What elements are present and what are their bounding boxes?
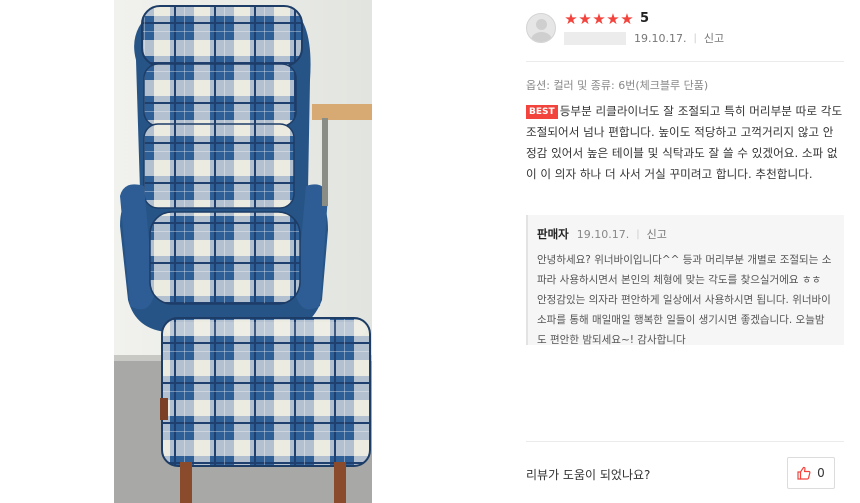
review-date: 19.10.17. — [634, 31, 687, 45]
star-icon: ★ — [564, 10, 578, 28]
reply-date: 19.10.17. — [576, 227, 630, 241]
purchase-option: 옵션: 컬러 및 종류: 6번(체크블루 단품) — [526, 79, 709, 92]
reply-header: 판매자 19.10.17. | 신고 — [537, 226, 834, 242]
desk-fragment — [312, 104, 372, 206]
review-text: 등부분 리클라이너도 잘 조절되고 특히 머리부분 따로 각도 조절되어서 넘나… — [526, 104, 843, 181]
like-button[interactable]: 0 — [787, 457, 835, 489]
user-avatar-icon — [526, 13, 556, 43]
best-badge: BEST — [526, 105, 558, 119]
chair-photo-image — [114, 0, 372, 503]
report-link[interactable]: 신고 — [704, 30, 724, 46]
like-count: 0 — [817, 466, 825, 480]
separator: | — [693, 32, 697, 44]
reply-text: 안녕하세요? 위너바이입니다^^ 등과 머리부분 개별로 조절되는 소파라 사용… — [537, 254, 832, 346]
star-icon: ★ — [578, 10, 592, 28]
review-content: BEST 등부분 리클라이너도 잘 조절되고 특히 머리부분 따로 각도 조절되어… — [526, 101, 844, 185]
reply-report-link[interactable]: 신고 — [647, 226, 667, 242]
divider — [526, 61, 844, 62]
rating: ★ ★ ★ ★ ★ 5 — [564, 10, 649, 28]
seller-reply: 판매자 19.10.17. | 신고 안녕하세요? 위너바이입니다^^ 등과 머… — [526, 215, 844, 346]
seller-label: 판매자 — [537, 227, 569, 241]
star-icon: ★ — [620, 10, 634, 28]
rating-score: 5 — [640, 11, 650, 26]
review-panel: ★ ★ ★ ★ ★ 5 19.10.17. | 신고 옵션: 컬러 및 종류: … — [526, 0, 860, 503]
star-icon: ★ — [606, 10, 620, 28]
separator: | — [636, 228, 640, 240]
thumbs-up-icon — [797, 466, 811, 480]
divider — [526, 441, 844, 442]
star-icon: ★ — [592, 10, 606, 28]
review-photo[interactable] — [114, 0, 372, 503]
review-meta: 19.10.17. | 신고 — [564, 30, 724, 46]
helpful-question: 리뷰가 도움이 되었나요? — [526, 468, 651, 482]
masked-username — [564, 31, 626, 45]
